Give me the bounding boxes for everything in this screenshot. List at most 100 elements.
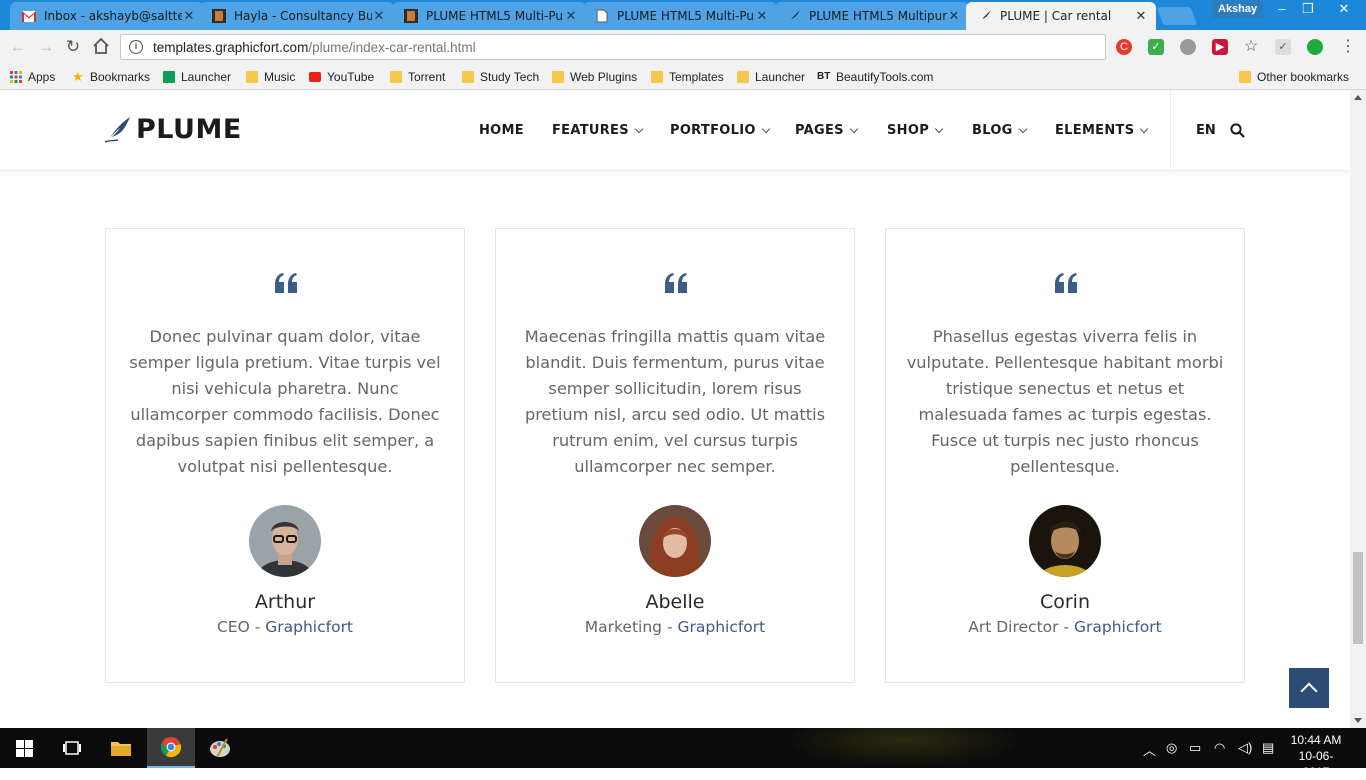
bookmark-apps[interactable]: Apps: [10, 68, 55, 86]
bookmark-folder[interactable]: Study Tech: [462, 68, 539, 86]
scroll-to-top-button[interactable]: [1289, 668, 1329, 708]
scrollbar-thumb[interactable]: [1353, 552, 1363, 644]
extension-icon[interactable]: [1307, 39, 1323, 55]
browser-tab[interactable]: PLUME HTML5 Multi-Pu ✕: [583, 2, 777, 30]
profile-button[interactable]: Akshay: [1212, 0, 1264, 18]
home-icon[interactable]: [91, 37, 111, 57]
site-header: PLUME HOME FEATURES PORTFOLIO PAGES SHOP…: [0, 90, 1350, 171]
quote-icon: [665, 273, 687, 293]
paint-taskbar-button[interactable]: [196, 728, 244, 768]
file-explorer-button[interactable]: [97, 728, 145, 768]
extension-icon[interactable]: [1180, 39, 1196, 55]
plume-quill-icon: [978, 9, 992, 23]
start-button[interactable]: [0, 728, 48, 768]
extension-icon[interactable]: ▶: [1212, 39, 1228, 55]
bookmark-folder[interactable]: Web Plugins: [552, 68, 637, 86]
tray-app-icon[interactable]: ◎: [1166, 740, 1177, 756]
testimonial-role: Marketing - Graphicfort: [584, 618, 766, 636]
folder-icon: [737, 71, 749, 83]
info-icon[interactable]: i: [129, 40, 143, 54]
back-icon[interactable]: ←: [8, 37, 28, 57]
avatar: [249, 505, 321, 577]
browser-tab[interactable]: PLUME HTML5 Multi-Pu ✕: [392, 2, 586, 30]
restore-icon[interactable]: ❐: [1294, 0, 1322, 18]
tab-close-icon[interactable]: ✕: [1134, 8, 1148, 24]
bookmark-folder[interactable]: Templates: [651, 68, 724, 86]
tab-close-icon[interactable]: ✕: [372, 8, 386, 24]
chevron-down-icon: [634, 124, 644, 133]
chevron-down-icon: [934, 124, 944, 133]
forward-icon[interactable]: →: [36, 37, 56, 57]
testimonial-name: Corin: [1039, 591, 1091, 613]
bookmark-folder[interactable]: Torrent: [390, 68, 445, 86]
company-link[interactable]: Graphicfort: [677, 618, 765, 636]
battery-icon[interactable]: ▭: [1189, 740, 1201, 756]
folder-icon: [390, 71, 402, 83]
wifi-icon[interactable]: ◠: [1214, 740, 1225, 756]
bookmark-folder[interactable]: Music: [246, 68, 295, 86]
nav-blog[interactable]: BLOG: [972, 123, 1027, 138]
testimonial-text: Donec pulvinar quam dolor, vitae semper …: [129, 327, 441, 476]
browser-tab[interactable]: Hayla - Consultancy Bus ✕: [200, 2, 394, 30]
page-scrollbar[interactable]: [1350, 90, 1366, 728]
chrome-taskbar-button[interactable]: [147, 728, 195, 768]
bookmark-other[interactable]: Other bookmarks: [1239, 68, 1349, 86]
chevron-down-icon: [849, 124, 859, 133]
gmail-icon: [22, 9, 36, 23]
taskbar-background: [784, 728, 1024, 768]
address-bar[interactable]: i templates.graphicfort.com/plume/index-…: [120, 34, 1106, 60]
task-view-icon: [63, 741, 81, 755]
show-hidden-icons[interactable]: ︿: [1143, 740, 1156, 759]
bookmark-folder[interactable]: Launcher: [737, 68, 805, 86]
new-tab-button[interactable]: [1156, 7, 1198, 25]
bookmark-item[interactable]: YouTube: [309, 68, 374, 86]
testimonial-card: Phasellus egestas viverra felis in vulpu…: [885, 228, 1245, 683]
system-clock[interactable]: 10:44 AM 10-06-2017: [1288, 732, 1344, 780]
chevron-down-icon: [1140, 124, 1149, 133]
bookmark-item[interactable]: BT BeautifyTools.com: [817, 68, 933, 86]
nav-elements[interactable]: ELEMENTS: [1055, 123, 1149, 138]
folder-icon: [1239, 71, 1251, 83]
menu-icon[interactable]: ⋮: [1340, 39, 1356, 55]
tab-close-icon[interactable]: ✕: [564, 8, 578, 24]
bookmark-star-icon[interactable]: ☆: [1243, 39, 1259, 55]
nav-pages[interactable]: PAGES: [795, 123, 859, 138]
chrome-icon: [160, 737, 182, 758]
nav-shop[interactable]: SHOP: [887, 123, 944, 138]
nav-portfolio[interactable]: PORTFOLIO: [670, 123, 770, 138]
extension-icon[interactable]: C: [1116, 39, 1132, 55]
company-link[interactable]: Graphicfort: [265, 618, 353, 636]
tab-close-icon[interactable]: ✕: [755, 8, 769, 24]
youtube-icon: [309, 72, 321, 82]
search-icon[interactable]: [1230, 123, 1245, 138]
bookmark-item[interactable]: ★ Bookmarks: [72, 68, 150, 86]
action-center-icon[interactable]: ▤: [1262, 740, 1274, 756]
browser-tab-active[interactable]: PLUME | Car rental ✕: [966, 2, 1156, 30]
scroll-up-icon[interactable]: [1354, 95, 1362, 100]
testimonial-text: Phasellus egestas viverra felis in vulpu…: [906, 327, 1224, 476]
sheets-icon: [163, 71, 175, 83]
tab-close-icon[interactable]: ✕: [947, 8, 961, 24]
scroll-down-icon[interactable]: [1354, 718, 1362, 723]
browser-tab[interactable]: Inbox - akshayb@salttec ✕: [10, 2, 204, 30]
tab-close-icon[interactable]: ✕: [182, 8, 196, 24]
nav-home[interactable]: HOME: [479, 123, 524, 138]
task-view-button[interactable]: [48, 728, 96, 768]
language-switcher[interactable]: EN: [1196, 123, 1216, 138]
site-logo[interactable]: PLUME: [104, 114, 242, 145]
reload-icon[interactable]: ↻: [63, 37, 83, 57]
nav-features[interactable]: FEATURES: [552, 123, 644, 138]
browser-toolbar: ← → ↻ i templates.graphicfort.com/plume/…: [0, 30, 1366, 64]
shield-icon[interactable]: ✓: [1148, 39, 1164, 55]
extension-icon[interactable]: ✓: [1275, 39, 1291, 55]
testimonial-role: CEO - Graphicfort: [216, 618, 354, 636]
folder-icon: [462, 71, 474, 83]
close-window-icon[interactable]: ✕: [1326, 0, 1362, 18]
apps-grid-icon: [10, 71, 22, 83]
testimonial-text: Maecenas fringilla mattis quam vitae bla…: [524, 327, 826, 476]
company-link[interactable]: Graphicfort: [1074, 618, 1162, 636]
browser-tab[interactable]: PLUME HTML5 Multipur ✕: [775, 2, 969, 30]
minimize-icon[interactable]: –: [1268, 0, 1296, 18]
volume-icon[interactable]: ◁): [1238, 740, 1252, 756]
bookmark-item[interactable]: Launcher: [163, 68, 231, 86]
